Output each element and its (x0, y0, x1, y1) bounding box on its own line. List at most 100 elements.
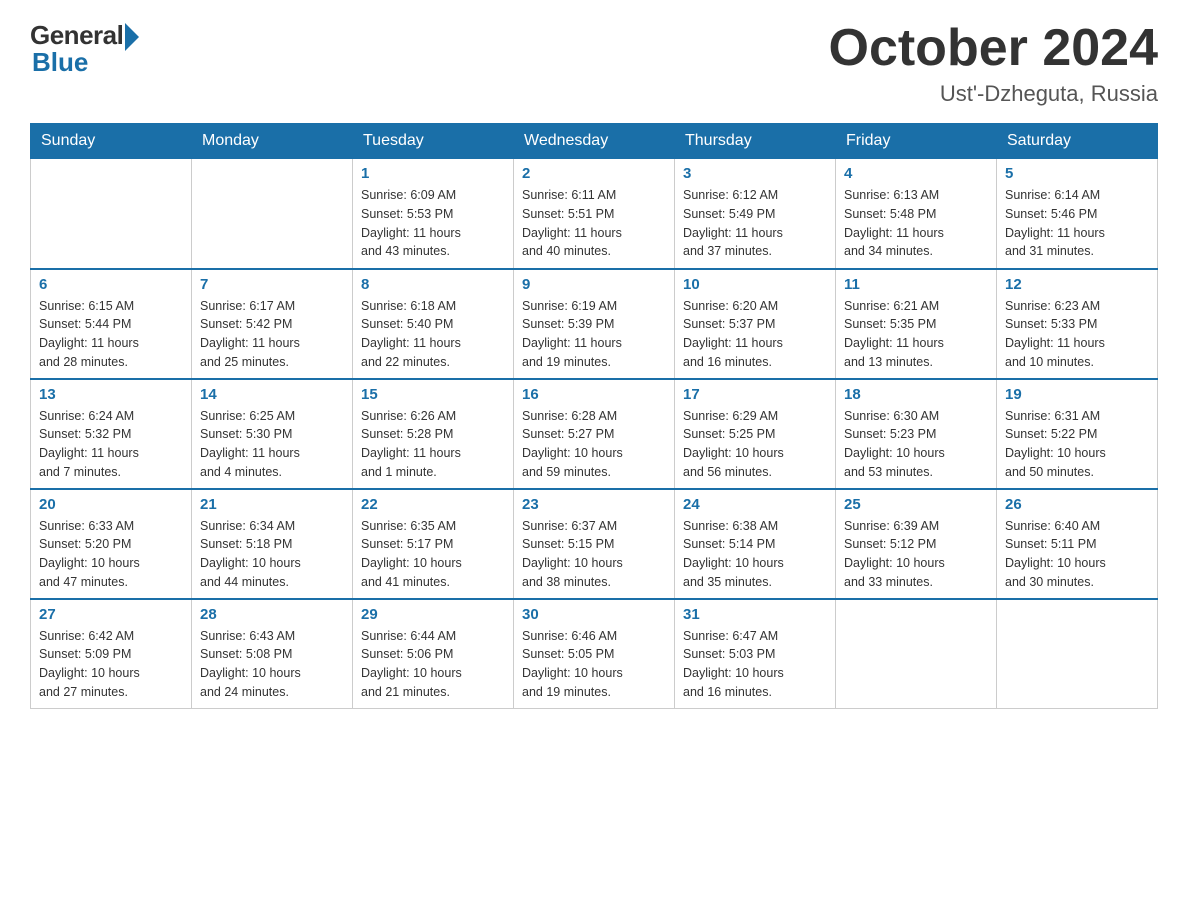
day-number: 1 (361, 165, 505, 182)
title-section: October 2024 Ust'-Dzheguta, Russia (829, 20, 1159, 107)
calendar-cell: 10 Sunrise: 6:20 AM Sunset: 5:37 PM Dayli… (675, 269, 836, 379)
calendar-cell: 1 Sunrise: 6:09 AM Sunset: 5:53 PM Daylig… (353, 159, 514, 269)
day-info: Sunrise: 6:28 AM Sunset: 5:27 PM Dayligh… (522, 407, 666, 482)
calendar-week-row: 1 Sunrise: 6:09 AM Sunset: 5:53 PM Daylig… (31, 159, 1158, 269)
day-number: 11 (844, 276, 988, 293)
day-number: 19 (1005, 386, 1149, 403)
calendar-cell (836, 599, 997, 709)
day-info: Sunrise: 6:25 AM Sunset: 5:30 PM Dayligh… (200, 407, 344, 482)
day-info: Sunrise: 6:21 AM Sunset: 5:35 PM Dayligh… (844, 297, 988, 372)
day-number: 15 (361, 386, 505, 403)
day-info: Sunrise: 6:26 AM Sunset: 5:28 PM Dayligh… (361, 407, 505, 482)
calendar-cell: 20Sunrise: 6:33 AM Sunset: 5:20 PM Dayli… (31, 489, 192, 599)
calendar-week-row: 20Sunrise: 6:33 AM Sunset: 5:20 PM Dayli… (31, 489, 1158, 599)
day-info: Sunrise: 6:14 AM Sunset: 5:46 PM Dayligh… (1005, 186, 1149, 261)
day-number: 20 (39, 496, 183, 513)
month-title: October 2024 (829, 20, 1159, 77)
day-info: Sunrise: 6:38 AM Sunset: 5:14 PM Dayligh… (683, 517, 827, 592)
day-number: 16 (522, 386, 666, 403)
day-number: 29 (361, 606, 505, 623)
calendar-cell: 30 Sunrise: 6:46 AM Sunset: 5:05 PM Dayli… (514, 599, 675, 709)
day-info: Sunrise: 6:43 AM Sunset: 5:08 PM Dayligh… (200, 627, 344, 702)
day-info: Sunrise: 6:30 AM Sunset: 5:23 PM Dayligh… (844, 407, 988, 482)
calendar-cell: 7 Sunrise: 6:17 AM Sunset: 5:42 PM Daylig… (192, 269, 353, 379)
day-info: Sunrise: 6:12 AM Sunset: 5:49 PM Dayligh… (683, 186, 827, 261)
calendar-cell: 6 Sunrise: 6:15 AM Sunset: 5:44 PM Daylig… (31, 269, 192, 379)
day-info: Sunrise: 6:18 AM Sunset: 5:40 PM Dayligh… (361, 297, 505, 372)
calendar-header-sunday: Sunday (31, 124, 192, 159)
calendar-cell: 3 Sunrise: 6:12 AM Sunset: 5:49 PM Daylig… (675, 159, 836, 269)
calendar-header-wednesday: Wednesday (514, 124, 675, 159)
calendar-cell: 5Sunrise: 6:14 AM Sunset: 5:46 PM Daylig… (997, 159, 1158, 269)
calendar-cell: 28 Sunrise: 6:43 AM Sunset: 5:08 PM Dayli… (192, 599, 353, 709)
logo: General Blue (30, 20, 139, 78)
day-number: 2 (522, 165, 666, 182)
calendar-header-saturday: Saturday (997, 124, 1158, 159)
calendar-cell (192, 159, 353, 269)
day-number: 30 (522, 606, 666, 623)
day-number: 3 (683, 165, 827, 182)
day-number: 28 (200, 606, 344, 623)
day-info: Sunrise: 6:20 AM Sunset: 5:37 PM Dayligh… (683, 297, 827, 372)
calendar-cell (997, 599, 1158, 709)
day-info: Sunrise: 6:17 AM Sunset: 5:42 PM Dayligh… (200, 297, 344, 372)
calendar-cell: 8 Sunrise: 6:18 AM Sunset: 5:40 PM Daylig… (353, 269, 514, 379)
calendar-cell: 24 Sunrise: 6:38 AM Sunset: 5:14 PM Dayli… (675, 489, 836, 599)
calendar-week-row: 13Sunrise: 6:24 AM Sunset: 5:32 PM Dayli… (31, 379, 1158, 489)
calendar-cell: 11 Sunrise: 6:21 AM Sunset: 5:35 PM Dayli… (836, 269, 997, 379)
day-info: Sunrise: 6:47 AM Sunset: 5:03 PM Dayligh… (683, 627, 827, 702)
day-number: 24 (683, 496, 827, 513)
calendar-cell: 26 Sunrise: 6:40 AM Sunset: 5:11 PM Dayli… (997, 489, 1158, 599)
day-info: Sunrise: 6:46 AM Sunset: 5:05 PM Dayligh… (522, 627, 666, 702)
calendar-header-row: SundayMondayTuesdayWednesdayThursdayFrid… (31, 124, 1158, 159)
calendar-cell: 31 Sunrise: 6:47 AM Sunset: 5:03 PM Dayli… (675, 599, 836, 709)
calendar-cell: 2 Sunrise: 6:11 AM Sunset: 5:51 PM Daylig… (514, 159, 675, 269)
day-info: Sunrise: 6:37 AM Sunset: 5:15 PM Dayligh… (522, 517, 666, 592)
calendar-header-tuesday: Tuesday (353, 124, 514, 159)
day-info: Sunrise: 6:15 AM Sunset: 5:44 PM Dayligh… (39, 297, 183, 372)
day-number: 6 (39, 276, 183, 293)
day-info: Sunrise: 6:35 AM Sunset: 5:17 PM Dayligh… (361, 517, 505, 592)
calendar-cell: 19Sunrise: 6:31 AM Sunset: 5:22 PM Dayli… (997, 379, 1158, 489)
calendar-week-row: 6 Sunrise: 6:15 AM Sunset: 5:44 PM Daylig… (31, 269, 1158, 379)
calendar-cell: 14 Sunrise: 6:25 AM Sunset: 5:30 PM Dayli… (192, 379, 353, 489)
day-number: 21 (200, 496, 344, 513)
day-info: Sunrise: 6:40 AM Sunset: 5:11 PM Dayligh… (1005, 517, 1149, 592)
day-number: 9 (522, 276, 666, 293)
day-info: Sunrise: 6:34 AM Sunset: 5:18 PM Dayligh… (200, 517, 344, 592)
day-info: Sunrise: 6:13 AM Sunset: 5:48 PM Dayligh… (844, 186, 988, 261)
day-number: 7 (200, 276, 344, 293)
day-number: 4 (844, 165, 988, 182)
day-number: 31 (683, 606, 827, 623)
day-number: 10 (683, 276, 827, 293)
day-info: Sunrise: 6:24 AM Sunset: 5:32 PM Dayligh… (39, 407, 183, 482)
day-number: 12 (1005, 276, 1149, 293)
calendar-cell: 13Sunrise: 6:24 AM Sunset: 5:32 PM Dayli… (31, 379, 192, 489)
day-info: Sunrise: 6:44 AM Sunset: 5:06 PM Dayligh… (361, 627, 505, 702)
logo-arrow-icon (125, 23, 139, 51)
calendar-header-monday: Monday (192, 124, 353, 159)
calendar-header-thursday: Thursday (675, 124, 836, 159)
day-info: Sunrise: 6:42 AM Sunset: 5:09 PM Dayligh… (39, 627, 183, 702)
day-number: 27 (39, 606, 183, 623)
calendar-cell: 25Sunrise: 6:39 AM Sunset: 5:12 PM Dayli… (836, 489, 997, 599)
calendar-cell (31, 159, 192, 269)
day-number: 17 (683, 386, 827, 403)
calendar-cell: 4 Sunrise: 6:13 AM Sunset: 5:48 PM Daylig… (836, 159, 997, 269)
calendar-cell: 16 Sunrise: 6:28 AM Sunset: 5:27 PM Dayli… (514, 379, 675, 489)
day-number: 8 (361, 276, 505, 293)
calendar-cell: 29 Sunrise: 6:44 AM Sunset: 5:06 PM Dayli… (353, 599, 514, 709)
calendar-cell: 21 Sunrise: 6:34 AM Sunset: 5:18 PM Dayli… (192, 489, 353, 599)
location-title: Ust'-Dzheguta, Russia (829, 81, 1159, 107)
calendar-cell: 17 Sunrise: 6:29 AM Sunset: 5:25 PM Dayli… (675, 379, 836, 489)
day-info: Sunrise: 6:23 AM Sunset: 5:33 PM Dayligh… (1005, 297, 1149, 372)
day-number: 22 (361, 496, 505, 513)
day-number: 26 (1005, 496, 1149, 513)
day-info: Sunrise: 6:11 AM Sunset: 5:51 PM Dayligh… (522, 186, 666, 261)
page-header: General Blue October 2024 Ust'-Dzheguta,… (30, 20, 1158, 107)
calendar-cell: 9Sunrise: 6:19 AM Sunset: 5:39 PM Daylig… (514, 269, 675, 379)
day-number: 14 (200, 386, 344, 403)
logo-blue-text: Blue (32, 47, 88, 78)
day-info: Sunrise: 6:09 AM Sunset: 5:53 PM Dayligh… (361, 186, 505, 261)
day-info: Sunrise: 6:29 AM Sunset: 5:25 PM Dayligh… (683, 407, 827, 482)
